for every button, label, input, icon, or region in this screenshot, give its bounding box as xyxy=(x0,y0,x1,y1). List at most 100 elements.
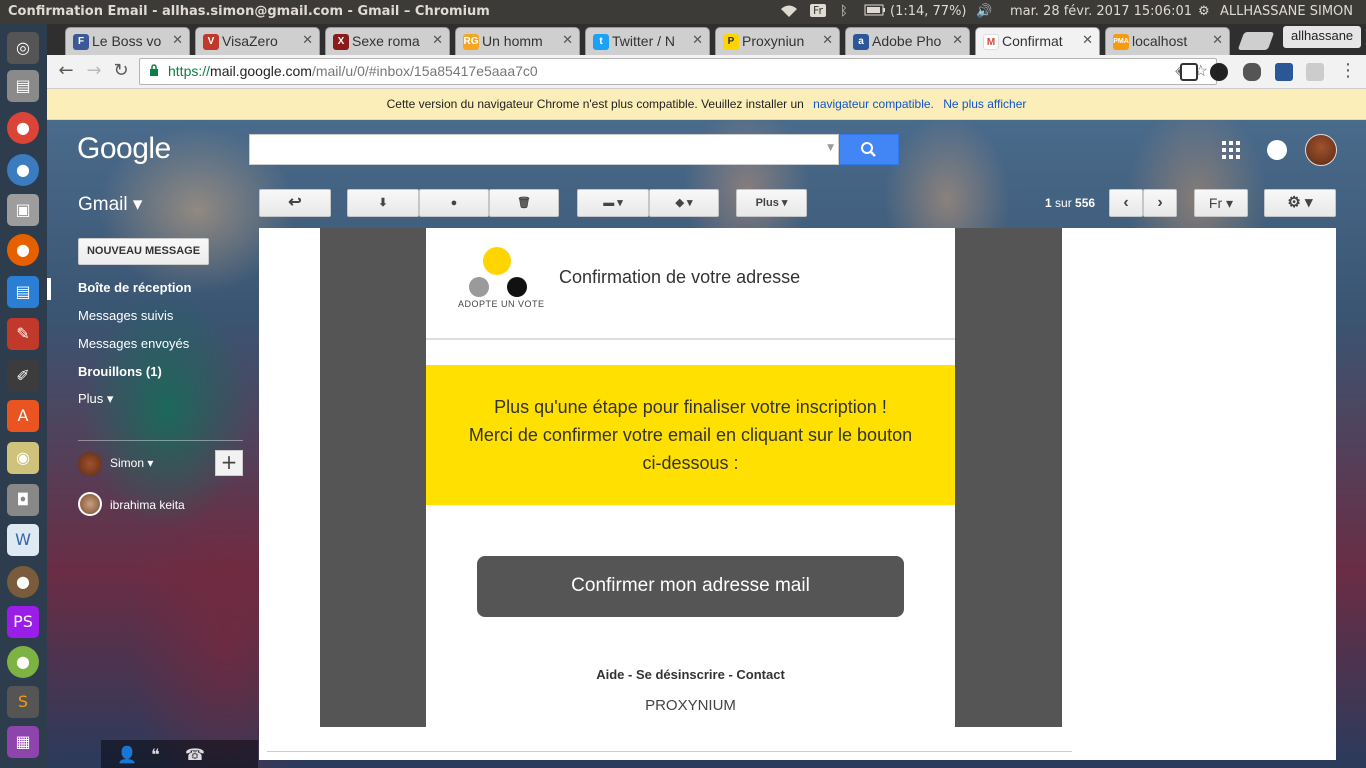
proxynium-icon: P xyxy=(723,34,739,50)
delete-trash-button[interactable]: 🗑 xyxy=(489,189,559,217)
color-picker-icon[interactable] xyxy=(1210,63,1228,81)
keyboard-layout-indicator[interactable]: Fr xyxy=(810,4,827,17)
extension-icon[interactable] xyxy=(1306,63,1324,81)
reload-icon[interactable]: ↻ xyxy=(110,61,132,83)
volume-icon[interactable]: 🔊 xyxy=(976,4,992,19)
close-icon[interactable]: ✕ xyxy=(1080,32,1093,48)
archive-icon[interactable]: ▦ xyxy=(7,726,39,758)
account-avatar[interactable] xyxy=(1305,134,1337,166)
wifi-icon[interactable] xyxy=(780,4,798,22)
camera-icon[interactable]: ◘ xyxy=(7,484,39,516)
back-arrow-icon[interactable]: ← xyxy=(55,61,77,83)
input-language-button[interactable]: Fr ▾ xyxy=(1194,189,1248,217)
software-center-icon[interactable]: A xyxy=(7,400,39,432)
person-icon[interactable]: 👤 xyxy=(117,745,137,764)
files-icon[interactable]: ▤ xyxy=(7,70,39,102)
settings-icon[interactable]: ✎ xyxy=(7,318,39,350)
chromium-icon[interactable]: ● xyxy=(7,154,39,186)
profile-button[interactable]: allhassane xyxy=(1283,26,1362,48)
nav-sent[interactable]: Messages envoyés xyxy=(78,336,189,351)
mysql-workbench-icon[interactable]: W xyxy=(7,524,39,556)
tab-confirmation-active[interactable]: M Confirmat ✕ xyxy=(975,27,1100,55)
forward-arrow-icon[interactable]: → xyxy=(83,61,105,83)
tab-facebook[interactable]: F Le Boss vo ✕ xyxy=(65,27,190,55)
nav-starred[interactable]: Messages suivis xyxy=(78,308,173,323)
hangouts-icon[interactable]: ❝ xyxy=(151,745,160,764)
close-icon[interactable]: ✕ xyxy=(690,32,703,48)
chevron-down-icon[interactable]: ▼ xyxy=(827,143,834,153)
close-icon[interactable]: ✕ xyxy=(170,32,183,48)
android-icon[interactable]: ● xyxy=(7,646,39,678)
tab-sexe-roma[interactable]: X Sexe roma ✕ xyxy=(325,27,450,55)
media-player-icon[interactable]: ◉ xyxy=(7,442,39,474)
google-logo[interactable]: Google xyxy=(77,132,171,166)
chat-contact-name[interactable]: ibrahima keita xyxy=(110,498,185,512)
compose-button[interactable]: NOUVEAU MESSAGE xyxy=(78,238,209,265)
menu-icon[interactable]: ⋮ xyxy=(1337,61,1359,83)
nav-more[interactable]: Plus ▾ xyxy=(78,391,113,407)
tab-un-homme[interactable]: RG Un homm ✕ xyxy=(455,27,580,55)
tab-twitter[interactable]: t Twitter / N ✕ xyxy=(585,27,710,55)
tab-title: Proxyniun xyxy=(742,33,805,49)
tab-localhost[interactable]: PMA localhost ✕ xyxy=(1105,27,1230,55)
close-icon[interactable]: ✕ xyxy=(820,32,833,48)
image-viewer-icon[interactable]: ▣ xyxy=(7,194,39,226)
firefox-icon[interactable]: ● xyxy=(7,234,39,266)
clock[interactable]: mar. 28 févr. 2017 15:06:01 xyxy=(1010,4,1192,19)
session-user[interactable]: ALLHASSANE SIMON xyxy=(1220,4,1353,19)
nav-drafts[interactable]: Brouillons (1) xyxy=(78,364,162,379)
new-tab-button[interactable] xyxy=(1237,32,1275,50)
add-contact-button[interactable]: + xyxy=(215,450,243,476)
confirm-email-button[interactable]: Confirmer mon adresse mail xyxy=(477,556,904,617)
chrome-icon[interactable]: ● xyxy=(7,112,39,144)
dash-icon[interactable]: ◎ xyxy=(7,32,39,64)
tab-strip: F Le Boss vo ✕ V VisaZero ✕ X Sexe roma … xyxy=(47,24,1366,55)
newer-button[interactable]: ‹ xyxy=(1109,189,1143,217)
close-icon[interactable]: ✕ xyxy=(560,32,573,48)
pane-divider xyxy=(267,751,1072,752)
notifications-bell-icon[interactable] xyxy=(1267,140,1287,160)
phone-icon[interactable]: ☎ xyxy=(185,745,205,764)
pager-index: 1 xyxy=(1045,196,1052,210)
sublime-text-icon[interactable]: S xyxy=(7,686,39,718)
tab-proxynium[interactable]: P Proxyniun ✕ xyxy=(715,27,840,55)
gimp-icon[interactable]: ● xyxy=(7,566,39,598)
gear-icon[interactable]: ⚙ xyxy=(1198,4,1210,19)
more-actions-button[interactable]: Plus ▾ xyxy=(736,189,807,217)
close-icon[interactable]: ✕ xyxy=(430,32,443,48)
settings-gear-button[interactable]: ⚙ ▾ xyxy=(1264,189,1336,217)
archive-button[interactable]: ⬇ xyxy=(347,189,419,217)
writer-icon[interactable]: ▤ xyxy=(7,276,39,308)
compatible-browser-link[interactable]: navigateur compatible. xyxy=(813,97,934,111)
tab-visazero[interactable]: V VisaZero ✕ xyxy=(195,27,320,55)
chat-avatar-contact[interactable] xyxy=(78,492,102,516)
message-line-3: ci-dessous : xyxy=(642,453,739,473)
close-icon[interactable]: ✕ xyxy=(1210,32,1223,48)
older-button[interactable]: › xyxy=(1143,189,1177,217)
reply-back-button[interactable]: ↩ xyxy=(259,189,331,217)
address-bar[interactable]: https://mail.google.com/mail/u/0/#inbox/… xyxy=(139,58,1217,85)
battery-icon[interactable] xyxy=(864,4,886,20)
close-icon[interactable]: ✕ xyxy=(950,32,963,48)
dismiss-link[interactable]: Ne plus afficher xyxy=(943,97,1026,111)
phpstorm-icon[interactable]: PS xyxy=(7,606,39,638)
nav-inbox[interactable]: Boîte de réception xyxy=(78,280,191,295)
report-spam-button[interactable]: ● xyxy=(419,189,489,217)
bookmark-ext-icon[interactable] xyxy=(1275,63,1293,81)
email-footer-links[interactable]: Aide - Se désinscrire - Contact xyxy=(426,667,955,682)
close-icon[interactable]: ✕ xyxy=(300,32,313,48)
gmail-menu-label[interactable]: Gmail ▾ xyxy=(78,193,142,216)
move-to-folder-button[interactable]: ▬ ▾ xyxy=(577,189,649,217)
bluetooth-icon[interactable]: ᛒ xyxy=(840,4,848,19)
cast-icon[interactable] xyxy=(1180,63,1198,81)
chat-avatar-self[interactable] xyxy=(78,452,102,476)
pen-icon[interactable]: ✐ xyxy=(7,360,39,392)
tab-adobe[interactable]: a Adobe Pho ✕ xyxy=(845,27,970,55)
search-input[interactable]: ▼ xyxy=(249,134,839,165)
apps-grid-icon[interactable] xyxy=(1222,141,1240,159)
phpmyadmin-icon: PMA xyxy=(1113,34,1129,50)
search-button[interactable] xyxy=(839,134,899,165)
chat-self-status[interactable]: Simon ▾ xyxy=(110,456,153,470)
bug-icon[interactable] xyxy=(1243,63,1261,81)
labels-button[interactable]: ◆ ▾ xyxy=(649,189,719,217)
